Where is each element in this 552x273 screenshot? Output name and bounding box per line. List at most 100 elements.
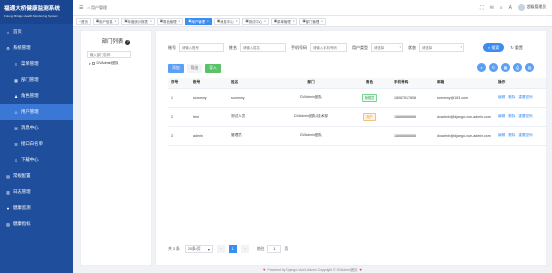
usertype-select[interactable]: ▾ [368, 43, 408, 52]
reset-password-link[interactable]: 重置密码 [518, 133, 532, 137]
app-subtitle: Futong Bridge Health Monitoring System [4, 14, 59, 18]
sidebar-item-label: 健康指标 [13, 221, 31, 226]
username-dropdown[interactable]: 超级管理员 [527, 5, 546, 10]
delete-link[interactable]: 删除 [508, 114, 515, 118]
dept-title-text: 部门列表 [101, 39, 124, 45]
goto-page-input[interactable] [267, 245, 282, 253]
sidebar-item-role[interactable]: ♟ 角色管理 [0, 88, 73, 104]
dept-search-input[interactable] [87, 51, 131, 58]
sidebar-item-whitelist[interactable]: ☰ 接口白名单 [0, 136, 73, 152]
column-header: 角色 [348, 78, 391, 89]
org-icon: ▦ [14, 77, 18, 83]
sidebar-item-gear[interactable]: ⚙ 系统管理 [0, 40, 73, 56]
tab-2[interactable]: ▣ 用户信息 × [92, 17, 120, 25]
tree-checkbox[interactable] [91, 62, 95, 65]
dept-tree-root[interactable]: ▾ DVAdmin团队 [89, 61, 151, 66]
tab-7[interactable]: ▣ 测试中心 × [242, 17, 269, 25]
delete-link[interactable]: 删除 [508, 133, 515, 137]
tab-3[interactable]: ▣ 年度统计报表 × [121, 17, 155, 25]
page-1-button[interactable]: 1 [228, 245, 237, 253]
sidebar-item-home[interactable]: ⌂ 首页 [0, 24, 73, 40]
chevron-down-icon: ▾ [399, 44, 401, 49]
breadcrumb: ⌂ 用户管理 [87, 4, 108, 10]
page-size-select[interactable]: 20条/页 ▾ [184, 245, 213, 253]
app-logo[interactable]: 福通大桥健康监测系统 Futong Bridge Health Monitori… [0, 0, 73, 24]
sidebar-item-menu[interactable]: ≡ 菜单管理 [0, 56, 73, 72]
import-button[interactable]: 导入 [205, 64, 221, 73]
close-icon[interactable]: × [150, 19, 152, 23]
tab-1[interactable]: ⌂ 首页 [76, 17, 91, 25]
add-button[interactable]: 添加 [168, 64, 184, 73]
print-icon[interactable]: ⎙ [513, 63, 522, 72]
reset-button[interactable]: ↻ 重置 [510, 45, 522, 51]
sidebar-item-download[interactable]: ⇩ 下载中心 [0, 152, 73, 168]
sidebar-item-label: 健康监测 [13, 205, 31, 210]
status-select-input[interactable] [419, 43, 464, 52]
name-input[interactable] [240, 43, 286, 52]
sidebar-item-chart[interactable]: ▨ 健康指标 [0, 216, 73, 232]
cell-index: 1 [168, 88, 190, 108]
cell-email: dvadmin@django-vue-admin.com [434, 107, 495, 127]
export-icon[interactable]: ▤ [525, 63, 534, 72]
fullscreen-icon[interactable]: ⛶ [480, 5, 484, 11]
columns-icon[interactable]: ▦ [501, 63, 510, 72]
close-icon[interactable]: × [293, 19, 295, 23]
table-header-row: 序号 账号 姓名 部门 角色 手机号码 邮箱 操作 [168, 78, 546, 89]
export-button[interactable]: 导出 [186, 64, 203, 73]
language-icon[interactable]: A [509, 5, 512, 11]
whitelist-icon: ☰ [14, 141, 18, 147]
tab-5[interactable]: ▣ 用户管理 × [185, 17, 212, 25]
tab-4[interactable]: ▣ 角色管理 × [156, 17, 184, 25]
notification-icon[interactable]: ✉ [490, 5, 494, 11]
sidebar-item-config[interactable]: ▤ 常规配置 [0, 168, 73, 184]
edit-link[interactable]: 编辑 [498, 95, 505, 99]
sidebar: 福通大桥健康监测系统 Futong Bridge Health Monitori… [0, 0, 73, 273]
column-header: 操作 [495, 78, 546, 89]
heart-icon: ♥ [359, 267, 362, 272]
refresh-icon[interactable]: ↻ [489, 63, 498, 72]
close-icon[interactable]: × [207, 19, 209, 23]
mobile-input[interactable] [310, 43, 347, 52]
close-icon[interactable]: × [236, 19, 238, 23]
search-icon[interactable]: ⌕ [500, 5, 503, 11]
avatar[interactable] [518, 4, 526, 11]
tab-8[interactable]: ▣ 菜单管理 × [270, 17, 298, 25]
reset-password-link[interactable]: 重置密码 [518, 114, 532, 118]
column-header: 邮箱 [434, 78, 495, 89]
cell-account: sommny [190, 88, 228, 108]
help-icon[interactable]: ? [125, 40, 131, 45]
tab-6[interactable]: ▣ 消息中心 × [213, 17, 241, 25]
sidebar-item-log[interactable]: ▥ 日志管理 [0, 184, 73, 200]
reset-password-link[interactable]: 重置密码 [518, 95, 532, 99]
close-icon[interactable]: × [264, 19, 266, 23]
status-label: 状态 [408, 44, 416, 50]
next-page-button[interactable]: › [240, 245, 249, 253]
column-header: 账号 [190, 78, 228, 89]
cell-mobile: 18087517808 [391, 88, 434, 108]
close-icon[interactable]: × [179, 19, 181, 23]
tab-9[interactable]: ▣ 部门管理 × [299, 17, 326, 25]
sidebar-item-health[interactable]: ♥ 健康监测 [0, 200, 73, 216]
usertype-select-input[interactable] [371, 43, 403, 52]
sidebar-item-user[interactable]: ☺ 用户管理 [0, 104, 73, 120]
table-row: 1 sommny sommny DVAdmin团队 管理员 18087517808 somm… [168, 88, 546, 108]
cell-name: 测试人员 [228, 107, 274, 127]
top-bar: ☰ ⌂ 用户管理 ⛶ ✉ ⌕ A 超级管理员 [73, 0, 552, 16]
sidebar-item-org[interactable]: ▦ 部门管理 [0, 72, 73, 88]
close-icon[interactable]: × [321, 19, 323, 23]
table-body: 1 sommny sommny DVAdmin团队 管理员 18087517808 somm… [168, 88, 546, 146]
app-title: 福通大桥健康监测系统 [4, 6, 60, 12]
edit-link[interactable]: 编辑 [498, 133, 505, 137]
prev-page-button[interactable]: ‹ [216, 245, 225, 253]
close-icon[interactable]: × [115, 19, 117, 23]
sidebar-toggle-icon[interactable]: ☰ [79, 5, 83, 11]
account-input[interactable] [179, 43, 224, 52]
sidebar-item-message[interactable]: ✉ 消息中心 [0, 120, 73, 136]
search-button[interactable]: ⌕ 搜索 [483, 43, 505, 52]
table-row: 2 test 测试人员 DVAdmin团队/技术部 用户 18888888888 dvadm… [168, 107, 546, 127]
status-select[interactable]: ▾ [416, 43, 469, 52]
delete-link[interactable]: 删除 [508, 95, 515, 99]
search-icon[interactable]: ⌕ [477, 63, 486, 72]
edit-link[interactable]: 编辑 [498, 114, 505, 118]
caret-down-icon[interactable]: ▾ [89, 62, 91, 66]
